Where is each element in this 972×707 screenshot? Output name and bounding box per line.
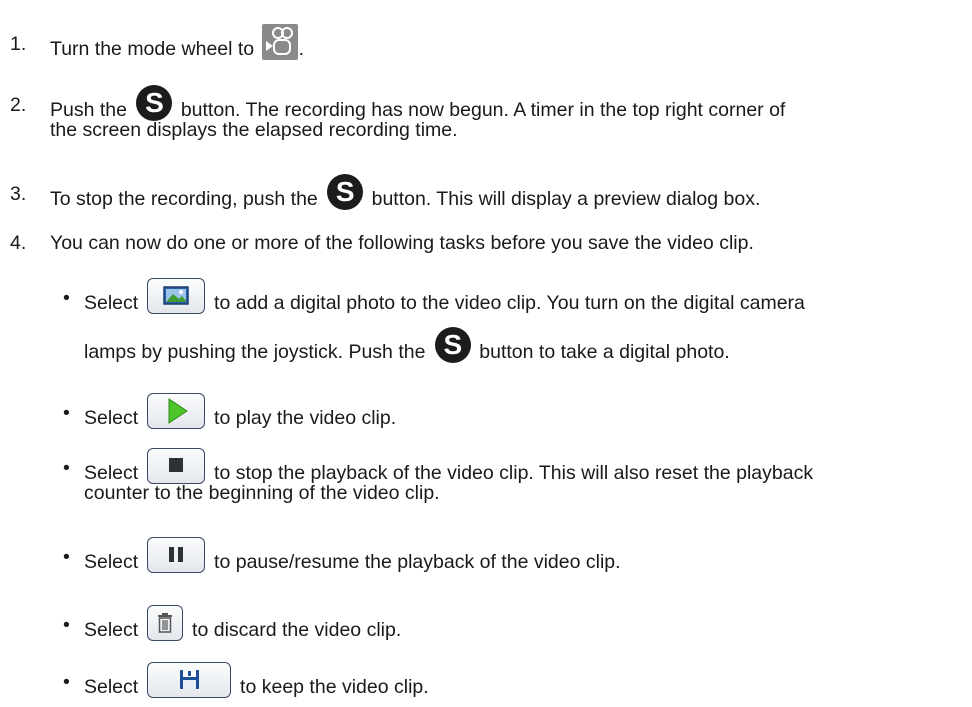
step-text: Turn the mode wheel to . [50, 24, 304, 68]
task-text: Select to add a digital photo to the vid… [84, 278, 805, 322]
save-button-icon [146, 662, 231, 698]
task-text-part: Select [84, 292, 139, 315]
bullet: • [63, 614, 70, 636]
task-text: Select to pause/resume the playback of t… [84, 537, 621, 581]
step-number: 3. [10, 183, 27, 205]
step-number: 1. [10, 33, 27, 55]
bullet: • [63, 402, 70, 424]
trash-button-icon [146, 605, 183, 641]
step-text-part: . [298, 38, 304, 61]
digital-photo-button-icon [146, 278, 205, 314]
task-text: Select to discard the video clip. [84, 605, 402, 649]
step-text: the screen displays the elapsed recordin… [50, 119, 458, 141]
task-text-part: button to take a digital photo. [479, 341, 730, 364]
s-button-icon: S [327, 174, 364, 210]
task-text: lamps by pushing the joystick. Push the … [84, 327, 730, 371]
task-text-part: Select [84, 619, 139, 642]
step-text: To stop the recording, push the S button… [50, 174, 761, 218]
bullet: • [63, 287, 70, 309]
task-text-part: to discard the video clip. [192, 619, 402, 642]
stop-button-icon [146, 448, 205, 484]
task-text-part: Select [84, 676, 139, 699]
task-text-part: Select [84, 407, 139, 430]
step-text: You can now do one or more of the follow… [50, 232, 754, 254]
task-text-part: Select [84, 551, 139, 574]
s-button-icon: S [434, 327, 471, 363]
pause-button-icon [146, 537, 205, 573]
play-button-icon [146, 393, 205, 429]
task-text-part: lamps by pushing the joystick. Push the [84, 341, 426, 364]
task-text-part: to pause/resume the playback of the vide… [214, 551, 621, 574]
step-text-part: Turn the mode wheel to [50, 38, 255, 61]
task-text: Select to keep the video clip. [84, 662, 429, 706]
task-text-part: to play the video clip. [214, 407, 397, 430]
s-button-icon: S [136, 85, 173, 121]
task-text: counter to the beginning of the video cl… [84, 482, 440, 504]
video-camera-mode-icon [261, 24, 298, 60]
task-text-part: to add a digital photo to the video clip… [214, 292, 805, 315]
step-number: 2. [10, 94, 27, 116]
task-text: Select to play the video clip. [84, 393, 397, 437]
bullet: • [63, 671, 70, 693]
step-text-part: To stop the recording, push the [50, 188, 318, 211]
step-number: 4. [10, 232, 27, 254]
step-text-part: button. This will display a preview dial… [371, 188, 761, 211]
task-text-part: to keep the video clip. [240, 676, 429, 699]
bullet: • [63, 546, 70, 568]
bullet: • [63, 457, 70, 479]
